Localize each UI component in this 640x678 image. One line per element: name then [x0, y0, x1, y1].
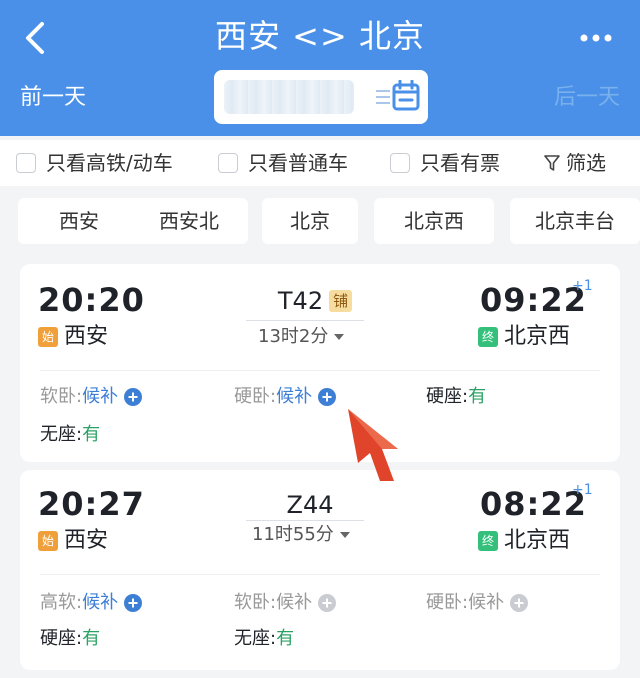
- seat-no-seat: 无座: 有: [234, 626, 294, 652]
- depart-time: 20:20: [38, 281, 145, 319]
- date-blurred-text: [224, 80, 354, 114]
- annotation-arrow-icon: [348, 409, 398, 481]
- end-badge: 终: [478, 531, 498, 551]
- duration-text: 13时2分: [258, 326, 329, 347]
- station-chip-beijing[interactable]: 北京: [262, 198, 358, 244]
- filter-regular[interactable]: 只看普通车: [218, 148, 348, 178]
- seat-value: 候补: [468, 592, 505, 613]
- seat-label: 硬卧:: [234, 386, 277, 407]
- seat-soft-sleeper: 软卧: 候补: [40, 384, 143, 410]
- arrive-time: 09:22: [480, 281, 587, 319]
- seat-high-soft: 高软: 候补: [40, 590, 143, 616]
- arrive-station-name: 北京西: [504, 324, 571, 349]
- seat-value: 候补: [276, 386, 313, 407]
- plus-day: +1: [572, 482, 593, 498]
- regular-checkbox[interactable]: [218, 153, 238, 173]
- duration-toggle[interactable]: 13时2分: [258, 324, 345, 350]
- filter-available-label: 只看有票: [420, 151, 500, 175]
- card-divider: [40, 574, 600, 575]
- filter-button[interactable]: 筛选: [544, 148, 606, 178]
- seat-label: 高软:: [40, 592, 83, 613]
- header-bar: 西安 <> 北京 前一天 后一天: [0, 0, 640, 136]
- seat-label: 无座:: [234, 628, 277, 649]
- train-card[interactable]: 20:20 始 西安 T42 铺 13时2分 09:22 +1 终 北京西 软卧:…: [20, 264, 620, 462]
- arrive-station: 终 北京西: [478, 322, 570, 352]
- seat-hard-sleeper: 硬卧: 候补: [426, 590, 529, 616]
- plus-day: +1: [572, 278, 593, 294]
- filter-highspeed-label: 只看高铁/动车: [46, 151, 173, 175]
- duration-toggle[interactable]: 11时55分: [252, 522, 350, 548]
- plus-circle-icon[interactable]: [318, 388, 337, 406]
- depart-station-name: 西安: [64, 324, 109, 349]
- seat-value: 候补: [82, 592, 119, 613]
- station-chips: 西安 西安北 北京 北京西 北京丰台: [0, 194, 640, 250]
- more-dots-icon: [580, 34, 612, 42]
- seat-no-seat: 无座: 有: [40, 422, 100, 448]
- depart-time: 20:27: [38, 485, 145, 523]
- seat-hard-seat: 硬座: 有: [40, 626, 100, 652]
- seat-label: 硬座:: [40, 628, 83, 649]
- filter-regular-label: 只看普通车: [248, 151, 348, 175]
- prev-day-button[interactable]: 前一天: [20, 82, 86, 114]
- card-divider: [40, 370, 600, 371]
- plus-circle-icon[interactable]: [124, 594, 143, 612]
- seat-soft-sleeper: 软卧: 候补: [234, 590, 337, 616]
- start-badge: 始: [38, 327, 58, 347]
- train-number: Z44: [286, 491, 334, 519]
- calendar-icon: [392, 80, 420, 111]
- train-number-text: T42: [277, 287, 324, 315]
- duration-text: 11时55分: [252, 524, 334, 545]
- depart-station-name: 西安: [64, 528, 109, 553]
- filter-available[interactable]: 只看有票: [390, 148, 500, 178]
- plus-circle-icon: [510, 594, 529, 612]
- next-day-button[interactable]: 后一天: [554, 82, 620, 114]
- seat-hard-seat: 硬座: 有: [426, 384, 486, 410]
- highspeed-checkbox[interactable]: [16, 153, 36, 173]
- route-line: [246, 320, 364, 321]
- seat-value: 候补: [82, 386, 119, 407]
- train-card[interactable]: 20:27 始 西安 Z44 11时55分 08:22 +1 终 北京西 高软:…: [20, 470, 620, 670]
- arrive-time: 08:22: [480, 485, 587, 523]
- seat-label: 硬座:: [426, 386, 469, 407]
- seat-value: 有: [82, 628, 101, 649]
- plus-circle-icon: [318, 594, 337, 612]
- bunk-badge: 铺: [329, 290, 353, 312]
- filter-funnel-icon: [544, 155, 560, 171]
- arrive-station-name: 北京西: [504, 528, 571, 553]
- plus-circle-icon[interactable]: [124, 388, 143, 406]
- available-checkbox[interactable]: [390, 153, 410, 173]
- route-line: [246, 520, 364, 521]
- start-badge: 始: [38, 531, 58, 551]
- seat-hard-sleeper: 硬卧: 候补: [234, 384, 337, 410]
- seat-label: 硬卧:: [426, 592, 469, 613]
- filter-button-label: 筛选: [566, 151, 606, 175]
- seat-label: 软卧:: [234, 592, 277, 613]
- station-chip-beijingfengtai[interactable]: 北京丰台: [510, 198, 640, 244]
- seat-value: 有: [82, 424, 101, 445]
- station-chip-beijingxi[interactable]: 北京西: [374, 198, 494, 244]
- seat-label: 无座:: [40, 424, 83, 445]
- date-blurred-lines: [376, 86, 390, 108]
- seat-value: 候补: [276, 592, 313, 613]
- more-button[interactable]: [576, 18, 616, 58]
- seat-value: 有: [276, 628, 295, 649]
- filter-highspeed[interactable]: 只看高铁/动车: [16, 148, 173, 178]
- arrive-station: 终 北京西: [478, 526, 570, 556]
- date-picker[interactable]: [214, 70, 428, 124]
- end-badge: 终: [478, 327, 498, 347]
- station-chip-xianbei[interactable]: 西安北: [130, 198, 248, 244]
- station-chip-xian[interactable]: 西安: [18, 198, 140, 244]
- seat-value: 有: [468, 386, 487, 407]
- depart-station: 始 西安: [38, 526, 108, 556]
- seat-label: 软卧:: [40, 386, 83, 407]
- page-title: 西安 <> 北京: [215, 17, 425, 55]
- chevron-down-icon: [334, 334, 345, 340]
- chevron-down-icon: [339, 532, 350, 538]
- filter-bar: 只看高铁/动车 只看普通车 只看有票 筛选: [0, 140, 640, 186]
- train-number: T42 铺: [240, 286, 390, 316]
- depart-station: 始 西安: [38, 322, 108, 352]
